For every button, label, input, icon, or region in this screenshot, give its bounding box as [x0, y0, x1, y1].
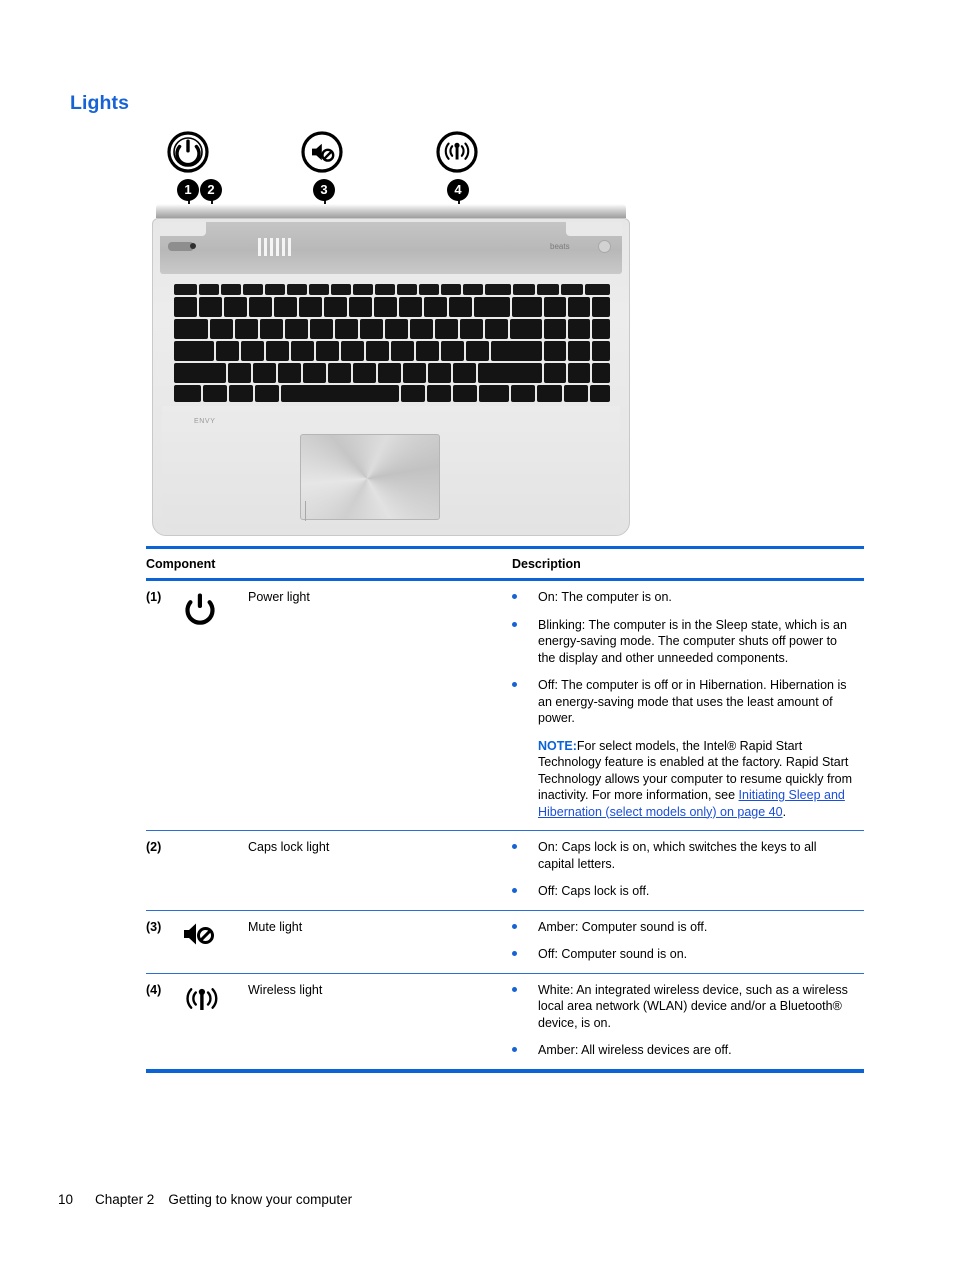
- power-icon: [166, 130, 210, 174]
- bullet-dot-icon: [512, 946, 538, 963]
- bullet-dot-icon: [512, 1042, 538, 1059]
- note-body-after-link: .: [782, 804, 787, 819]
- row-description: On: Caps lock is on, which switches the …: [512, 839, 864, 900]
- bullet-dot-icon: [512, 589, 538, 606]
- column-header-component: Component: [146, 557, 216, 571]
- brand-logo-label: ENVY: [194, 418, 216, 425]
- bullet-text: Amber: All wireless devices are off.: [538, 1043, 732, 1057]
- bullet-dot-icon: [512, 919, 538, 936]
- bullet-item: Blinking: The computer is in the Sleep s…: [512, 617, 864, 667]
- row-icon-cell: [180, 839, 248, 900]
- keyboard-row-numbers: [174, 297, 610, 317]
- callout-badge-3: 3: [313, 179, 335, 201]
- bullet-item: Off: Computer sound is on.: [512, 946, 864, 963]
- row-number: (1): [146, 590, 162, 604]
- callout-icon-row: [152, 126, 630, 188]
- components-table: Component Description (1) Power light On…: [146, 546, 864, 1073]
- row-icon-cell: [180, 589, 248, 820]
- bullet-text: Blinking: The computer is in the Sleep s…: [538, 617, 847, 665]
- row-icon-cell: [180, 919, 248, 963]
- bullet-text: Amber: Computer sound is off.: [538, 919, 708, 934]
- row-label: Caps lock light: [248, 840, 330, 854]
- row-number: (4): [146, 982, 162, 997]
- row-label: Power light: [248, 590, 310, 604]
- note-text: NOTE:For select models, the Intel® Rapid…: [538, 738, 856, 821]
- footer-chapter: Chapter 2: [95, 1192, 155, 1207]
- bullet-item: On: The computer is on.: [512, 589, 864, 606]
- bullet-text: On: The computer is on.: [538, 590, 672, 604]
- bullet-text: Off: Computer sound is on.: [538, 947, 688, 961]
- touchpad-button-divider: [305, 501, 306, 521]
- bullet-item: Amber: All wireless devices are off.: [512, 1042, 864, 1059]
- keyboard-row-qwerty: [174, 319, 610, 339]
- mute-icon: [180, 923, 224, 953]
- keyboard: [174, 284, 610, 402]
- page-footer: 10 Chapter 2 Getting to know your computer: [58, 1192, 352, 1207]
- bullet-text: White: An integrated wireless device, su…: [538, 982, 848, 1030]
- callout-badge-2: 2: [200, 179, 222, 201]
- note-label: NOTE:: [538, 738, 577, 753]
- table-row: (2) Caps lock light On: Caps lock is on,…: [146, 831, 864, 910]
- keyboard-row-home: [174, 341, 610, 361]
- row-number: (3): [146, 919, 162, 934]
- audio-brand-label: beats: [550, 242, 570, 251]
- power-light-indicator: [190, 243, 196, 249]
- row-number: (2): [146, 840, 162, 854]
- bullet-item: White: An integrated wireless device, su…: [512, 982, 864, 1032]
- bullet-dot-icon: [512, 839, 538, 872]
- hinge-notch-left: [160, 222, 206, 236]
- table-header-row: Component Description: [146, 549, 864, 578]
- table-row: (4) Wireless light White: An integrated …: [146, 974, 864, 1069]
- bullet-dot-icon: [512, 883, 538, 900]
- row-description: Amber: Computer sound is off. Off: Compu…: [512, 919, 864, 963]
- footer-page-number: 10: [58, 1192, 74, 1207]
- keyboard-row-bottom: [174, 385, 610, 402]
- row-description: On: The computer is on. Blinking: The co…: [512, 589, 864, 820]
- table-row: (3) Mute light Amber: Computer sound is …: [146, 911, 864, 973]
- callout-badge-4: 4: [447, 179, 469, 201]
- page-title: Lights: [70, 92, 130, 114]
- column-header-description: Description: [512, 557, 581, 571]
- note-indent-spacer: [512, 738, 538, 821]
- note-block: NOTE:For select models, the Intel® Rapid…: [512, 738, 864, 821]
- keyboard-row-function: [174, 284, 610, 295]
- row-label: Wireless light: [248, 982, 323, 997]
- row-description: White: An integrated wireless device, su…: [512, 982, 864, 1059]
- laptop-illustration: 1 2 3 4 beats ENVY: [152, 126, 630, 536]
- row-icon-cell: [180, 982, 248, 1059]
- bullet-text: Off: The computer is off or in Hibernati…: [538, 678, 847, 725]
- bullet-item: Off: Caps lock is off.: [512, 883, 864, 900]
- mute-icon: [300, 130, 344, 174]
- hinge-notch-right: [566, 222, 622, 236]
- wireless-icon: [435, 130, 479, 174]
- row-label: Mute light: [248, 919, 303, 934]
- speaker-grill: [258, 238, 292, 256]
- bullet-item: Off: The computer is off or in Hibernati…: [512, 677, 864, 727]
- laptop-body: beats ENVY: [152, 204, 630, 536]
- callout-badge-1: 1: [177, 179, 199, 201]
- footer-chapter-title: Getting to know your computer: [168, 1192, 353, 1207]
- touchpad[interactable]: [300, 434, 440, 521]
- bullet-dot-icon: [512, 677, 538, 727]
- bullet-text: On: Caps lock is on, which switches the …: [538, 840, 817, 871]
- bullet-dot-icon: [512, 982, 538, 1032]
- bullet-item: On: Caps lock is on, which switches the …: [512, 839, 864, 872]
- bullet-text: Off: Caps lock is off.: [538, 884, 650, 898]
- keyboard-row-shift: [174, 363, 610, 383]
- right-round-button[interactable]: [598, 240, 611, 253]
- wireless-icon: [180, 987, 224, 1020]
- laptop-lid-edge: [156, 204, 626, 218]
- bullet-dot-icon: [512, 617, 538, 667]
- bullet-item: Amber: Computer sound is off.: [512, 919, 864, 936]
- power-icon: [180, 593, 220, 633]
- table-row: (1) Power light On: The computer is on. …: [146, 581, 864, 830]
- table-bottom-rule: [146, 1068, 864, 1073]
